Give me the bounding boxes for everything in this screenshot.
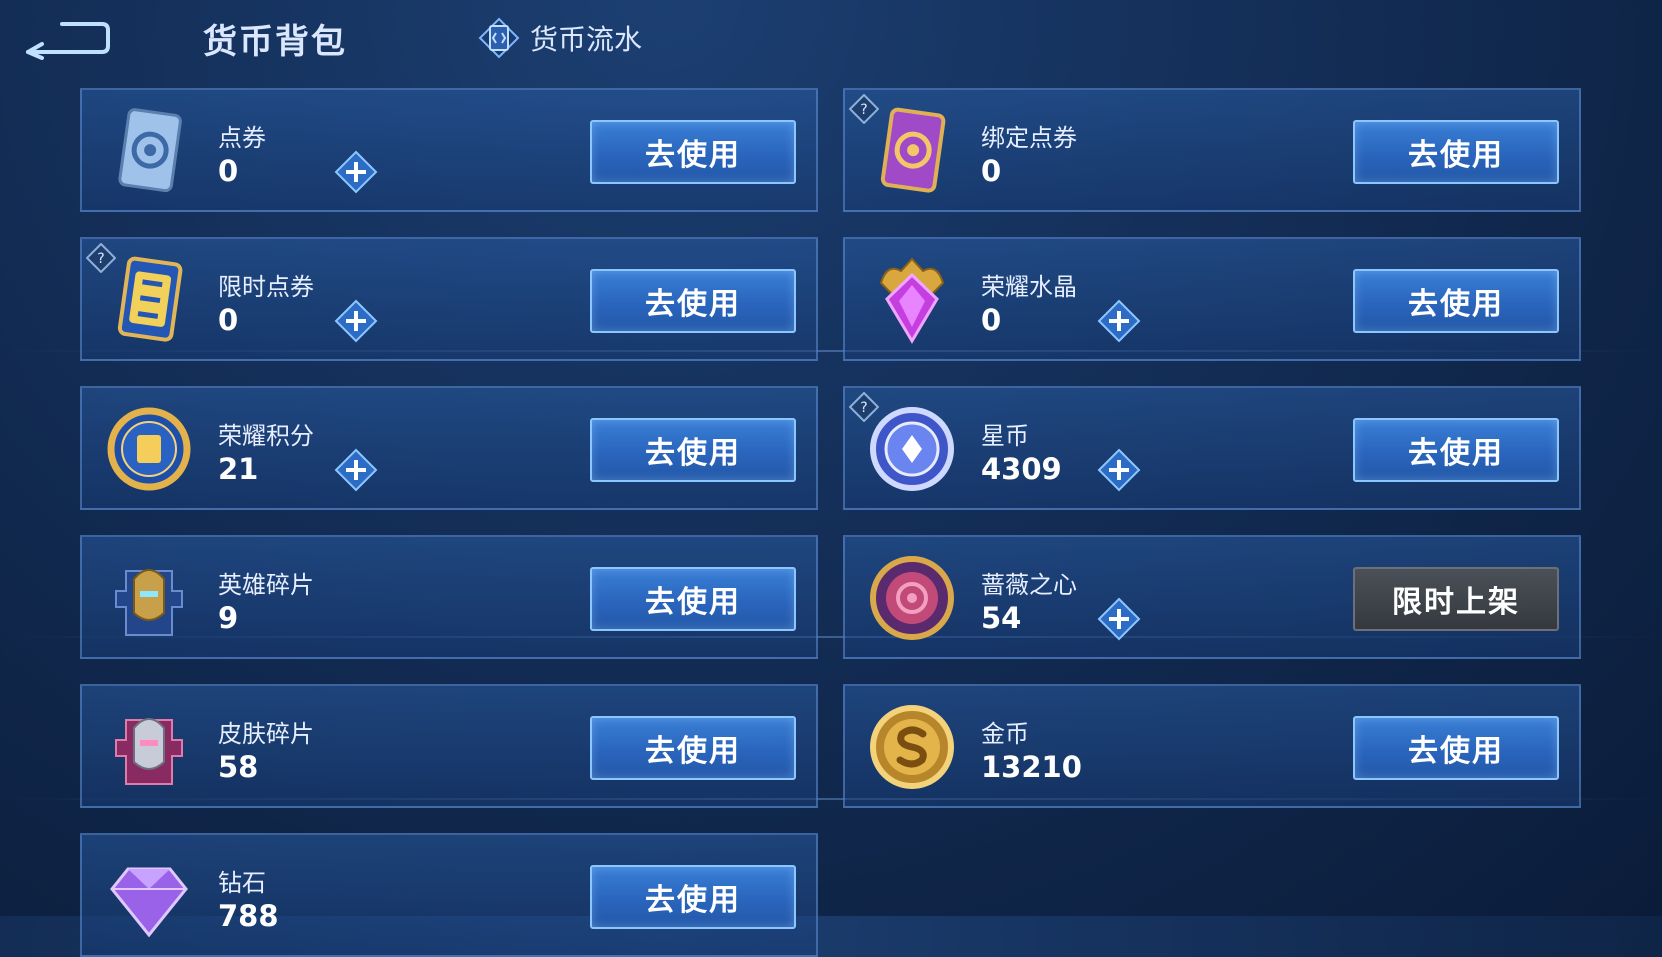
currency-card-diamond: 钻石 788 去使用 <box>80 833 818 957</box>
page-title: 货币背包 <box>203 22 347 62</box>
use-button[interactable]: 去使用 <box>1353 120 1559 184</box>
currency-card-glory-crystal: 荣耀水晶 0 去使用 <box>843 237 1581 361</box>
back-button[interactable] <box>22 16 112 60</box>
currency-value: 0 <box>981 303 1002 337</box>
use-button[interactable]: 去使用 <box>590 269 796 333</box>
currency-value: 54 <box>981 601 1022 635</box>
add-plus-icon[interactable] <box>1097 299 1141 343</box>
currency-value: 58 <box>218 750 259 784</box>
add-plus-icon[interactable] <box>334 150 378 194</box>
currency-value: 9 <box>218 601 239 635</box>
add-plus-icon[interactable] <box>334 448 378 492</box>
currency-ledger-button[interactable]: 货币流水 <box>478 17 643 59</box>
limited-ticket-icon <box>117 256 183 342</box>
rose-heart-icon <box>870 556 954 640</box>
currency-card-glory-points: 荣耀积分 21 去使用 <box>80 386 818 510</box>
use-button[interactable]: 去使用 <box>590 418 796 482</box>
currency-card-gold-coin: 金币 13210 去使用 <box>843 684 1581 808</box>
currency-name: 皮肤碎片 <box>218 720 314 748</box>
currency-value: 0 <box>218 303 239 337</box>
glory-points-icon <box>107 407 191 491</box>
ledger-icon <box>478 17 520 59</box>
currency-name: 点券 <box>218 124 266 152</box>
limited-listing-button[interactable]: 限时上架 <box>1353 567 1559 631</box>
currency-value: 13210 <box>981 750 1082 784</box>
use-button[interactable]: 去使用 <box>1353 418 1559 482</box>
currency-value: 0 <box>981 154 1002 188</box>
currency-card-bound-dianquan: ? 绑定点券 0 去使用 <box>843 88 1581 212</box>
add-plus-icon[interactable] <box>1097 597 1141 641</box>
currency-name: 英雄碎片 <box>218 571 314 599</box>
add-plus-icon[interactable] <box>1097 448 1141 492</box>
currency-card-hero-fragment: 英雄碎片 9 去使用 <box>80 535 818 659</box>
currency-card-limited-dianquan: ? 限时点券 0 去使用 <box>80 237 818 361</box>
use-button[interactable]: 去使用 <box>590 567 796 631</box>
currency-value: 788 <box>218 899 279 933</box>
back-arrow-icon <box>26 22 110 60</box>
currency-value: 4309 <box>981 452 1062 486</box>
use-button[interactable]: 去使用 <box>590 120 796 184</box>
currency-name: 绑定点券 <box>981 124 1077 152</box>
ticket-purple-icon <box>880 107 946 193</box>
currency-card-skin-fragment: 皮肤碎片 58 去使用 <box>80 684 818 808</box>
currency-name: 限时点券 <box>218 273 314 301</box>
use-button[interactable]: 去使用 <box>1353 269 1559 333</box>
currency-name: 金币 <box>981 720 1029 748</box>
currency-name: 钻石 <box>218 869 266 897</box>
glory-crystal-icon <box>879 257 945 344</box>
currency-name: 蔷薇之心 <box>981 571 1077 599</box>
ticket-blue-icon <box>118 108 182 193</box>
add-plus-icon[interactable] <box>334 299 378 343</box>
gold-coin-icon <box>870 705 954 789</box>
diamond-icon <box>110 867 188 938</box>
currency-card-dianquan: 点券 0 去使用 <box>80 88 818 212</box>
hero-fragment-icon <box>115 569 183 636</box>
ledger-label: 货币流水 <box>530 23 643 56</box>
currency-name: 荣耀水晶 <box>981 273 1077 301</box>
star-coin-icon <box>870 407 954 491</box>
currency-name: 荣耀积分 <box>218 422 314 450</box>
currency-card-star-coin: ? 星币 4309 去使用 <box>843 386 1581 510</box>
currency-value: 21 <box>218 452 259 486</box>
skin-fragment-icon <box>115 718 183 785</box>
use-button[interactable]: 去使用 <box>590 716 796 780</box>
use-button[interactable]: 去使用 <box>590 865 796 929</box>
currency-card-rose-heart: 蔷薇之心 54 限时上架 <box>843 535 1581 659</box>
currency-name: 星币 <box>981 422 1029 450</box>
currency-value: 0 <box>218 154 239 188</box>
use-button[interactable]: 去使用 <box>1353 716 1559 780</box>
